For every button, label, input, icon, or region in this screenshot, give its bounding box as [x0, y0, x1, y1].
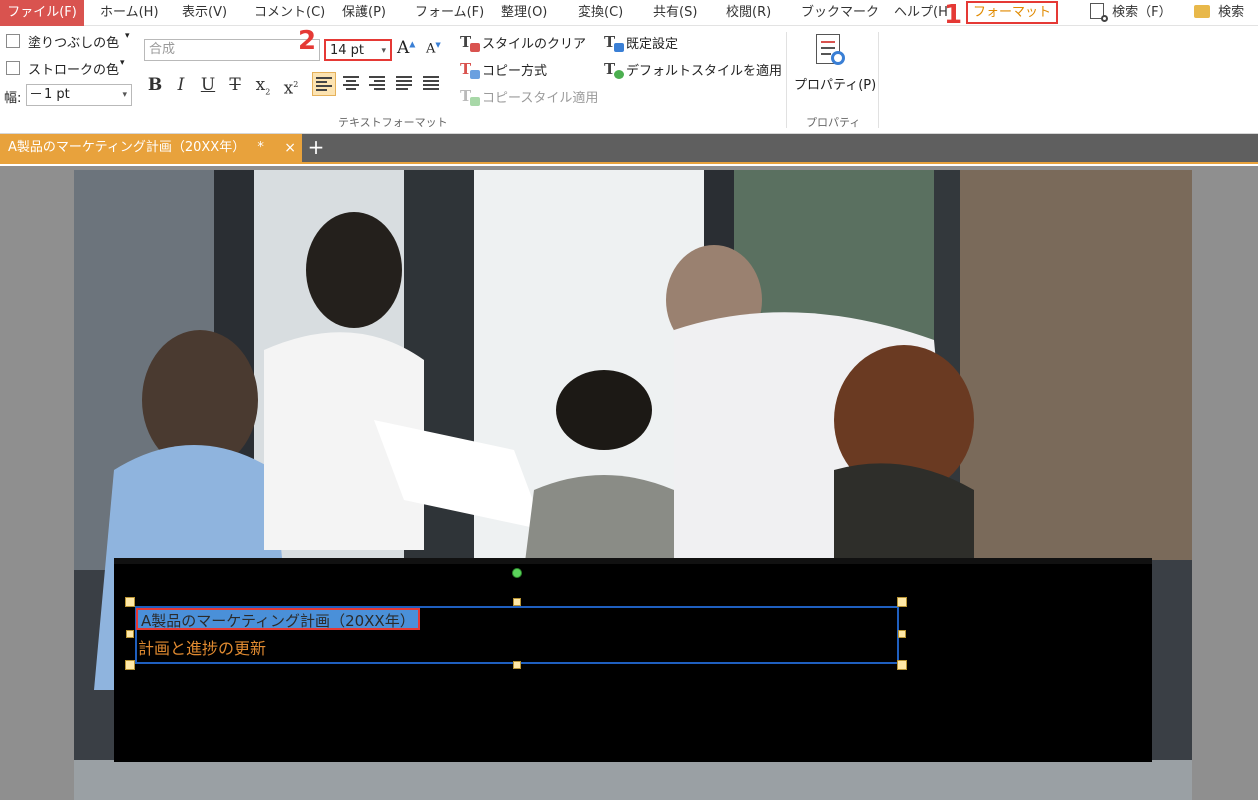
font-name-combo[interactable]: 合成 — [144, 39, 320, 61]
superscript-button[interactable]: x2 — [280, 74, 302, 100]
clear-style-button[interactable]: スタイルのクリア — [482, 33, 586, 52]
subscript-label: x — [255, 75, 266, 95]
ribbon: 塗りつぶしの色 ▾ ストロークの色 ▾ 幅: 1 pt ▾ 合成 2 14 pt… — [0, 26, 1258, 134]
superscript-label: x — [283, 78, 294, 99]
chevron-down-icon: ▾ — [122, 90, 127, 100]
properties-button[interactable]: プロパティ(P) — [792, 32, 876, 102]
folder-search-icon — [1194, 5, 1210, 18]
menu-convert[interactable]: 変換(C) — [578, 0, 623, 26]
menu-view[interactable]: 表示(V) — [182, 0, 227, 26]
resize-handle-top[interactable] — [513, 598, 521, 606]
selected-title-text[interactable]: A製品のマーケティング計画（20XX年） — [136, 608, 420, 630]
menu-protect[interactable]: 保護(P) — [342, 0, 386, 26]
chevron-down-icon: ▾ — [381, 46, 386, 56]
apply-default-style-button[interactable]: デフォルトスタイルを適用 — [626, 60, 782, 79]
clear-style-icon: T — [460, 33, 480, 52]
menu-format-tab[interactable]: フォーマット — [966, 1, 1058, 24]
search-folder-label: 検索 — [1218, 5, 1245, 20]
menu-bookmark[interactable]: ブックマーク — [801, 0, 879, 26]
document-page: A製品のマーケティング計画（20XX年） 計画と進捗の更新 — [74, 170, 1192, 800]
rotate-handle[interactable] — [512, 568, 522, 578]
document-tab-title: A製品のマーケティング計画（20XX年） — [8, 140, 246, 155]
close-icon[interactable]: × — [284, 134, 296, 162]
default-settings-button[interactable]: 既定設定 — [626, 33, 678, 52]
document-tab[interactable]: A製品のマーケティング計画（20XX年） * × — [0, 134, 302, 162]
document-workspace: A製品のマーケティング計画（20XX年） 計画と進捗の更新 — [0, 166, 1258, 800]
width-value: 1 pt — [44, 87, 70, 102]
subscript-button[interactable]: x2 — [252, 74, 274, 103]
font-name-value: 合成 — [149, 42, 176, 57]
copy-method-button[interactable]: コピー方式 — [482, 60, 547, 79]
width-combo[interactable]: 1 pt ▾ — [26, 84, 132, 106]
menu-review[interactable]: 校閲(R) — [726, 0, 771, 26]
align-distribute-button[interactable] — [420, 72, 444, 96]
fill-color-checkbox[interactable] — [6, 34, 20, 48]
align-justify-button[interactable] — [393, 72, 417, 96]
resize-handle-bottom[interactable] — [513, 661, 521, 669]
menu-share[interactable]: 共有(S) — [653, 0, 697, 26]
decrease-font-icon[interactable]: A▼ — [426, 41, 441, 56]
ribbon-divider — [786, 32, 787, 128]
width-label: 幅: — [4, 91, 22, 106]
stroke-color-dropdown-icon[interactable]: ▾ — [120, 58, 125, 68]
bold-button[interactable]: B — [144, 74, 166, 96]
increase-font-icon[interactable]: A▲ — [397, 38, 415, 58]
text-format-group-label: テキストフォーマット — [338, 116, 448, 129]
resize-handle-right[interactable] — [898, 630, 906, 638]
resize-handle-top-left[interactable] — [125, 597, 135, 607]
step-2-marker: 2 — [298, 26, 317, 56]
align-left-button[interactable] — [312, 72, 336, 96]
menu-home[interactable]: ホーム(H) — [100, 0, 159, 26]
menu-help[interactable]: ヘルプ(H — [894, 0, 948, 26]
default-settings-icon: T — [604, 33, 624, 52]
menu-form[interactable]: フォーム(F) — [415, 0, 484, 26]
apply-copy-style-icon: T — [460, 87, 480, 106]
resize-handle-top-right[interactable] — [897, 597, 907, 607]
ribbon-divider — [878, 32, 879, 128]
modified-indicator: * — [257, 140, 264, 155]
apply-copy-style-button[interactable]: コピースタイル適用 — [482, 87, 598, 106]
align-center-button[interactable] — [340, 72, 364, 96]
fill-color-label[interactable]: 塗りつぶしの色 — [28, 32, 119, 51]
properties-label: プロパティ(P) — [794, 78, 877, 93]
stroke-color-label[interactable]: ストロークの色 — [28, 59, 119, 78]
resize-handle-left[interactable] — [126, 630, 134, 638]
copy-method-icon: T — [460, 60, 480, 79]
font-size-value: 14 pt — [330, 43, 365, 58]
properties-group-label: プロパティ — [806, 116, 861, 129]
stroke-color-checkbox[interactable] — [6, 61, 20, 75]
align-right-button[interactable] — [366, 72, 390, 96]
resize-handle-bottom-left[interactable] — [125, 660, 135, 670]
properties-icon — [816, 34, 845, 65]
resize-handle-bottom-right[interactable] — [897, 660, 907, 670]
fill-color-dropdown-icon[interactable]: ▾ — [125, 31, 130, 41]
menu-bar: ファイル(F) ホーム(H) 表示(V) コメント(C) 保護(P) フォーム(… — [0, 0, 1258, 30]
search-command[interactable]: 検索（F） — [1090, 0, 1172, 26]
new-tab-button[interactable]: + — [305, 136, 327, 158]
underline-button[interactable]: U — [197, 74, 219, 96]
banner-top-strip — [114, 558, 1152, 564]
width-line-icon — [31, 93, 41, 94]
menu-comment[interactable]: コメント(C) — [254, 0, 325, 26]
document-tab-bar: A製品のマーケティング計画（20XX年） * × + — [0, 134, 1258, 164]
strikethrough-button[interactable]: T — [224, 74, 246, 96]
menu-organize[interactable]: 整理(O) — [501, 0, 547, 26]
apply-default-style-icon: T — [604, 60, 624, 79]
search-doc-icon — [1090, 3, 1108, 22]
search-command-label: 検索（F） — [1112, 5, 1172, 20]
search-folder-command[interactable]: 検索 — [1194, 0, 1244, 26]
italic-button[interactable]: I — [170, 74, 192, 96]
font-size-combo[interactable]: 14 pt ▾ — [324, 39, 392, 61]
subtitle-text[interactable]: 計画と進捗の更新 — [138, 638, 266, 660]
menu-file[interactable]: ファイル(F) — [0, 0, 84, 26]
